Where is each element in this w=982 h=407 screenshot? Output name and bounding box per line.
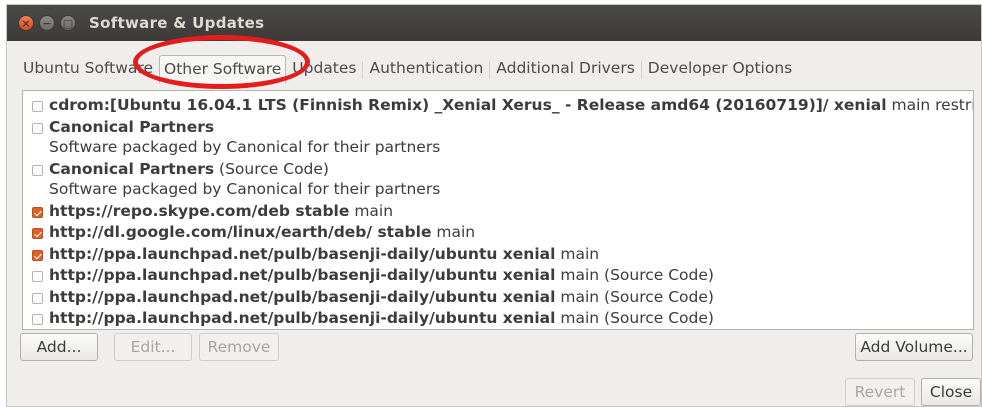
add-volume-button[interactable]: Add Volume... — [855, 333, 973, 361]
source-uri: Canonical Partners — [49, 117, 215, 136]
software-updates-window: × − □ Software & Updates Ubuntu Software… — [6, 4, 982, 407]
source-checkbox[interactable] — [32, 292, 43, 304]
tab-ubuntu-software[interactable]: Ubuntu Software — [19, 55, 157, 83]
source-list-item[interactable]: Canonical Partners Software packaged by C… — [23, 117, 973, 160]
source-label: http://dl.google.com/linux/earth/deb/ st… — [49, 223, 475, 241]
tab-authentication[interactable]: Authentication — [365, 55, 487, 83]
window-title: Software & Updates — [89, 14, 265, 32]
source-checkbox[interactable] — [32, 164, 43, 176]
source-label: https://repo.skype.com/deb stable main — [49, 202, 393, 220]
source-label: cdrom:[Ubuntu 16.04.1 LTS (Finnish Remix… — [49, 96, 973, 114]
tab-developer-options[interactable]: Developer Options — [644, 55, 796, 83]
source-components: (Source Code) — [214, 159, 329, 178]
tab-bar: Ubuntu Software Other Software Updates A… — [19, 55, 798, 83]
source-list-item[interactable]: http://ppa.launchpad.net/pulb/basenji-da… — [23, 265, 973, 287]
maximize-window-icon[interactable]: □ — [60, 15, 76, 31]
source-label: Canonical Partners (Source Code) — [49, 160, 329, 178]
minimize-window-icon[interactable]: − — [39, 15, 55, 31]
source-description: Software packaged by Canonical for their… — [49, 138, 441, 156]
tab-updates[interactable]: Updates — [288, 55, 360, 83]
source-uri: http://ppa.launchpad.net/pulb/basenji-da… — [49, 244, 556, 263]
source-list-item[interactable]: Canonical Partners (Source Code) Software… — [23, 159, 973, 202]
source-uri: cdrom:[Ubuntu 16.04.1 LTS (Finnish Remix… — [49, 96, 887, 114]
source-uri: https://repo.skype.com/deb stable — [49, 201, 350, 220]
source-components: main — [555, 244, 600, 263]
close-button[interactable]: Close — [921, 378, 981, 406]
source-description: Software packaged by Canonical for their… — [49, 180, 441, 198]
remove-button[interactable]: Remove — [199, 333, 279, 361]
source-uri: http://dl.google.com/linux/earth/deb/ st… — [49, 223, 432, 241]
source-label: http://ppa.launchpad.net/pulb/basenji-da… — [49, 245, 599, 263]
source-uri: http://ppa.launchpad.net/pulb/basenji-da… — [49, 287, 556, 306]
source-components: main (Source Code) — [555, 266, 714, 284]
source-list-item[interactable]: http://ppa.launchpad.net/pulb/basenji-da… — [23, 287, 973, 309]
source-label: http://ppa.launchpad.net/pulb/basenji-da… — [49, 309, 714, 327]
software-sources-list[interactable]: cdrom:[Ubuntu 16.04.1 LTS (Finnish Remix… — [22, 90, 974, 330]
source-label: http://ppa.launchpad.net/pulb/basenji-da… — [49, 266, 714, 284]
source-checkbox[interactable] — [32, 122, 43, 134]
edit-button[interactable]: Edit... — [114, 333, 192, 361]
source-checkbox[interactable] — [32, 249, 43, 261]
add-button[interactable]: Add... — [20, 333, 98, 361]
source-checkbox[interactable] — [32, 228, 43, 239]
source-list-item[interactable]: http://dl.google.com/linux/earth/deb/ st… — [23, 222, 973, 244]
close-window-icon[interactable]: × — [18, 15, 34, 31]
source-uri: http://ppa.launchpad.net/pulb/basenji-da… — [49, 266, 556, 284]
source-components: main (Source Code) — [555, 309, 714, 327]
source-list-item[interactable]: http://ppa.launchpad.net/pulb/basenji-da… — [23, 308, 973, 329]
tab-additional-drivers[interactable]: Additional Drivers — [492, 55, 639, 83]
source-components: main restricted — [891, 96, 973, 114]
tab-divider — [640, 61, 642, 79]
source-checkbox[interactable] — [32, 271, 43, 282]
tab-divider — [489, 61, 491, 79]
source-components: main — [431, 223, 476, 241]
source-checkbox[interactable] — [32, 314, 43, 325]
source-components: main (Source Code) — [555, 287, 714, 306]
source-uri: http://ppa.launchpad.net/pulb/basenji-da… — [49, 309, 556, 327]
source-uri: Canonical Partners — [49, 159, 215, 178]
source-components: main — [349, 201, 394, 220]
source-checkbox[interactable] — [32, 101, 43, 112]
source-checkbox[interactable] — [32, 206, 43, 218]
revert-button[interactable]: Revert — [845, 378, 915, 406]
source-label: Canonical Partners — [49, 118, 214, 136]
source-list-item[interactable]: http://ppa.launchpad.net/pulb/basenji-da… — [23, 244, 973, 266]
source-list-item[interactable]: cdrom:[Ubuntu 16.04.1 LTS (Finnish Remix… — [23, 95, 973, 117]
source-label: http://ppa.launchpad.net/pulb/basenji-da… — [49, 288, 714, 306]
titlebar: × − □ Software & Updates — [7, 5, 981, 41]
tab-other-software[interactable]: Other Software — [159, 55, 287, 83]
source-list-item[interactable]: https://repo.skype.com/deb stable main — [23, 201, 973, 223]
tab-divider — [362, 61, 364, 79]
